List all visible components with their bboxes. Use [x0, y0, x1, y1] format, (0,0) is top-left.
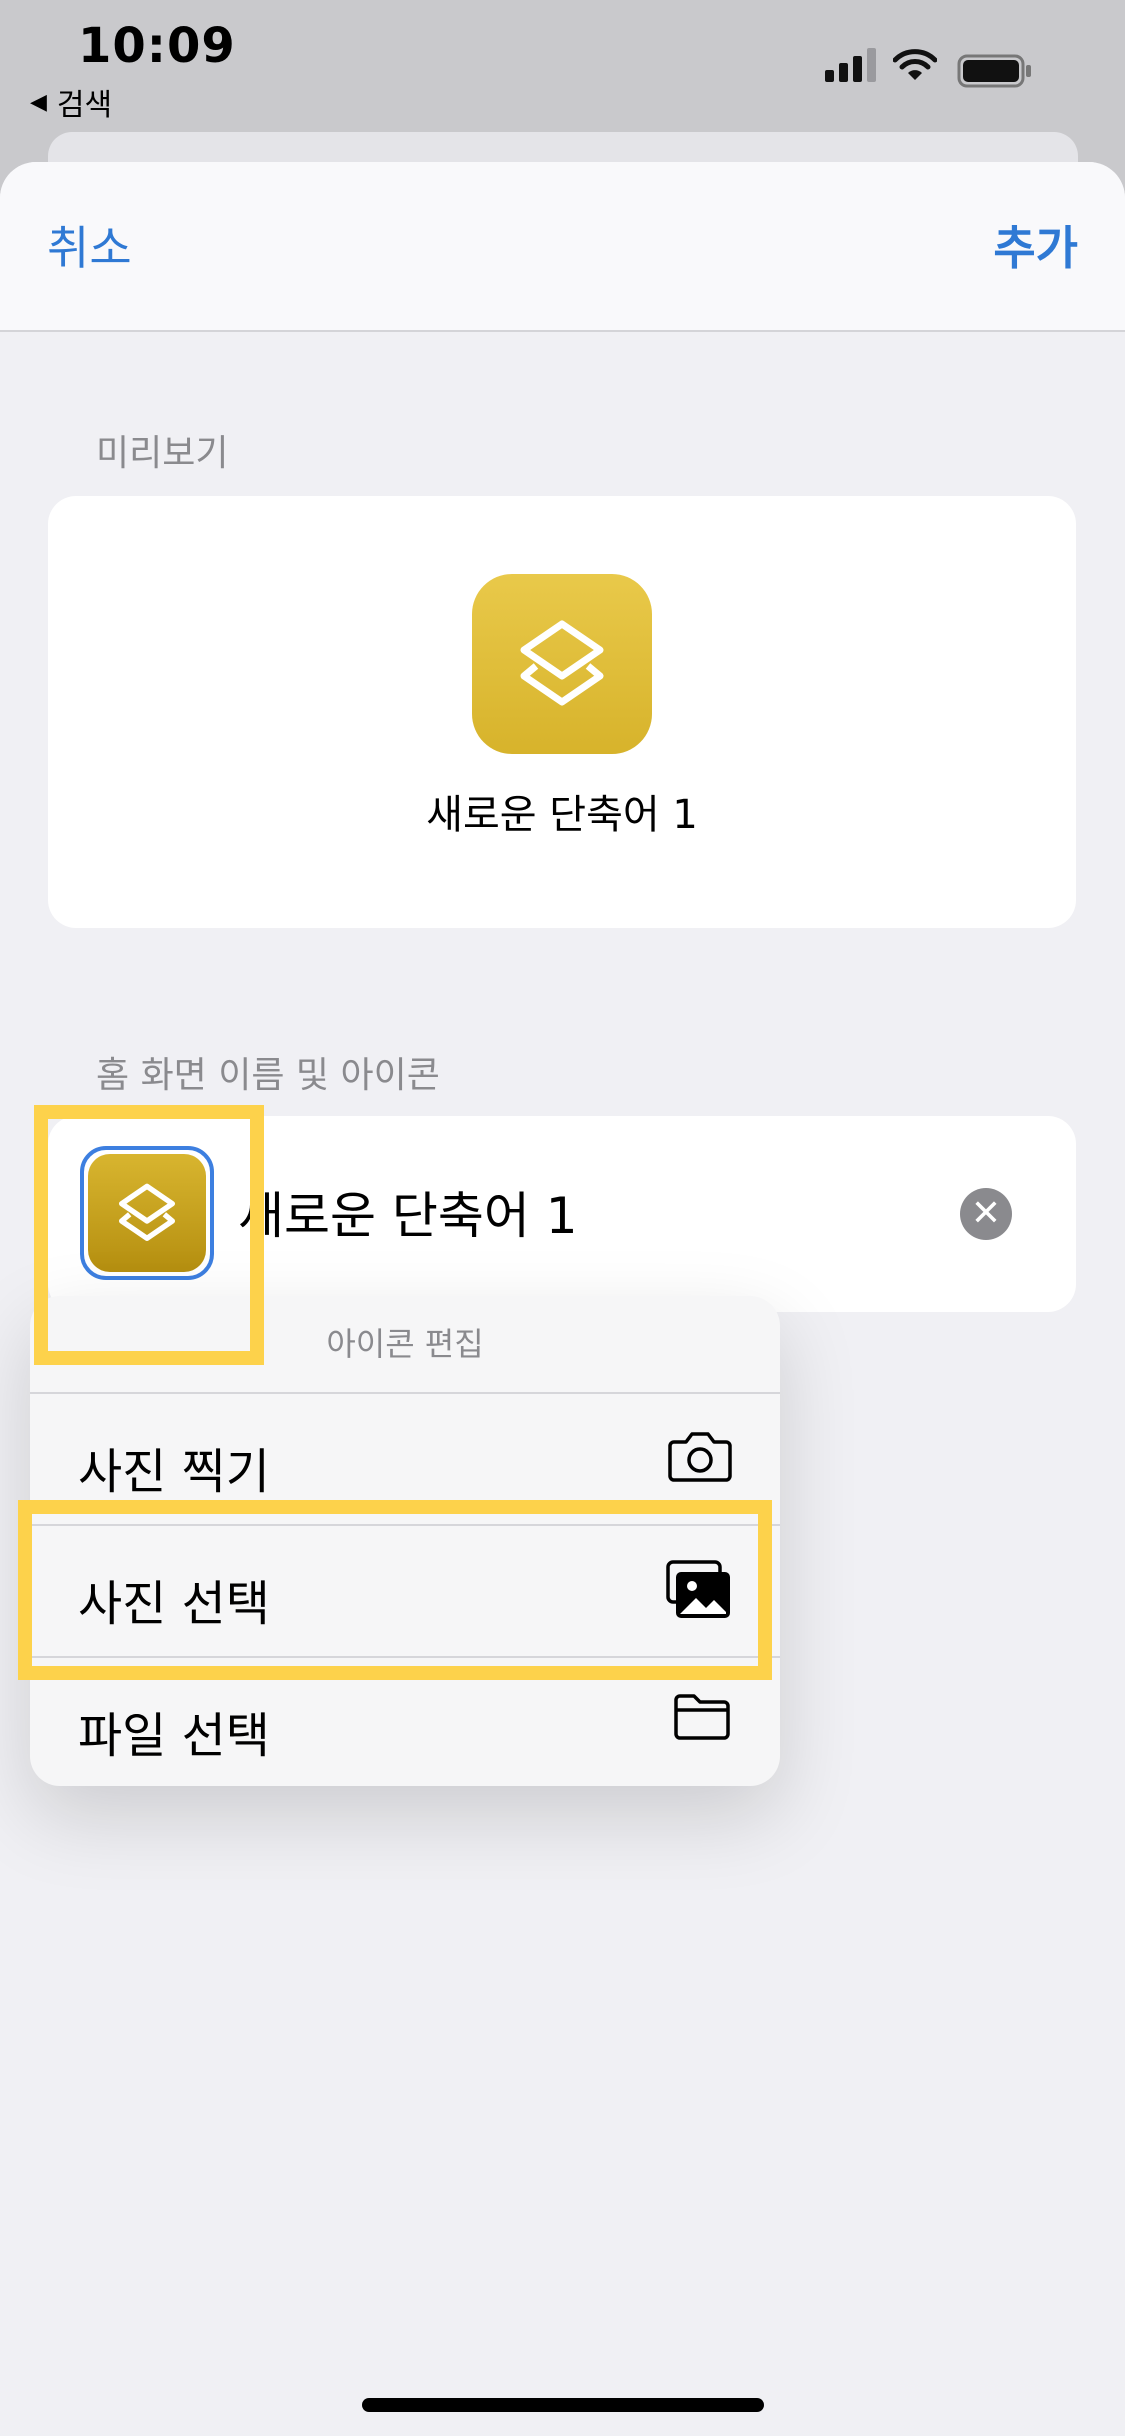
menu-item-label: 파일 선택	[78, 1708, 270, 1764]
menu-item-choose-file[interactable]: 파일 선택	[30, 1658, 780, 1786]
home-indicator[interactable]	[362, 2398, 764, 2412]
preview-card: 새로운 단축어 1	[48, 496, 1076, 928]
home-screen-name-row: 새로운 단축어 1 ✕	[48, 1116, 1076, 1312]
sheet-nav-bar: 취소 추가	[0, 162, 1125, 332]
cellular-signal-icon	[825, 48, 876, 82]
clear-text-button[interactable]: ✕	[960, 1188, 1012, 1240]
close-icon: ✕	[970, 1193, 1002, 1234]
edit-icon-button[interactable]	[80, 1146, 214, 1280]
back-arrow-icon: ◀	[30, 89, 47, 115]
shortcut-name-field[interactable]: 새로운 단축어 1	[238, 1176, 578, 1248]
menu-title: 아이콘 편집	[30, 1296, 780, 1394]
menu-item-choose-photo[interactable]: 사진 선택	[30, 1526, 780, 1658]
menu-item-label: 사진 찍기	[78, 1444, 270, 1500]
shortcuts-layers-icon	[472, 574, 652, 754]
cancel-button[interactable]: 취소	[47, 212, 132, 278]
shortcuts-layers-icon	[88, 1154, 206, 1272]
photo-library-icon	[666, 1560, 730, 1618]
status-icons	[825, 48, 1125, 92]
add-button[interactable]: 추가	[993, 212, 1078, 278]
home-screen-section-label: 홈 화면 이름 및 아이콘	[96, 1055, 440, 1096]
preview-section-label: 미리보기	[96, 433, 229, 474]
back-to-search-link[interactable]: ◀ 검색	[30, 80, 112, 124]
preview-shortcut-name: 새로운 단축어 1	[426, 792, 698, 838]
menu-item-take-photo[interactable]: 사진 찍기	[30, 1394, 780, 1526]
camera-icon	[668, 1432, 732, 1482]
wifi-icon	[893, 49, 937, 80]
menu-item-label: 사진 선택	[78, 1576, 270, 1632]
status-time: 10:09	[78, 18, 236, 74]
edit-icon-menu: 아이콘 편집 사진 찍기 사진 선택 파일 선택	[30, 1296, 780, 1786]
folder-icon	[674, 1694, 730, 1740]
status-bar: 10:09 ◀ 검색	[0, 0, 1125, 150]
back-label: 검색	[56, 88, 113, 123]
battery-icon	[957, 54, 1031, 88]
